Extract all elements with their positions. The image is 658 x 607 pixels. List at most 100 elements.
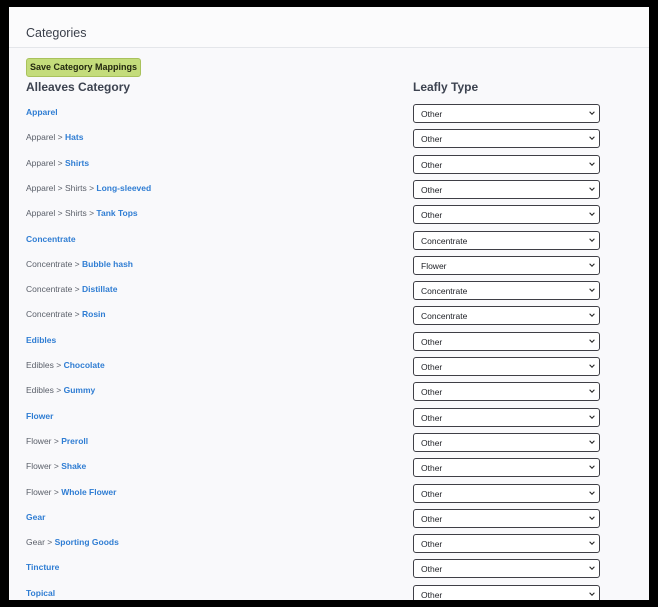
leafly-type-select[interactable]: Other — [413, 357, 600, 376]
category-link[interactable]: Concentrate — [26, 234, 76, 244]
category-parent-path: Concentrate > — [26, 284, 82, 295]
leafly-type-select[interactable]: Concentrate — [413, 281, 600, 301]
table-row: Concentrate > Bubble hash Flower — [9, 255, 649, 281]
selected-type-value: Other — [421, 539, 443, 550]
table-row: Tincture Other — [9, 559, 649, 584]
category-link[interactable]: Shirts — [65, 158, 89, 168]
table-row: Apparel > Shirts Other — [9, 154, 649, 180]
category-path: Apparel > Shirts > Tank Tops — [26, 208, 138, 218]
category-mapping-panel: Categories Save Category Mappings Alleav… — [9, 7, 649, 600]
leafly-type-select[interactable]: Other — [413, 154, 600, 174]
leafly-type-select[interactable]: Other — [413, 129, 600, 149]
leafly-type-select[interactable]: Other — [413, 508, 600, 528]
table-row: Flower > Whole Flower Other — [9, 483, 649, 509]
leafly-type-select[interactable]: Other — [413, 534, 600, 554]
alleaves-category-heading: Alleaves Category — [26, 80, 131, 94]
chevron-down-icon — [589, 136, 595, 141]
selected-type-value: Other — [421, 184, 443, 195]
selected-type-value: Other — [421, 463, 443, 474]
category-link[interactable]: Rosin — [82, 309, 106, 319]
category-link[interactable]: Gummy — [64, 385, 96, 395]
category-link[interactable]: Chocolate — [64, 360, 105, 370]
leafly-type-select[interactable]: Other — [413, 407, 600, 427]
chevron-down-icon — [589, 162, 595, 166]
category-link[interactable]: Hats — [65, 132, 83, 142]
category-link[interactable]: Flower — [26, 411, 53, 421]
leafly-type-select[interactable]: Concentrate — [413, 230, 600, 250]
category-link[interactable]: Sporting Goods — [55, 537, 119, 547]
category-parent-path: Flower > — [26, 435, 62, 446]
category-link[interactable]: Gear — [26, 512, 45, 522]
category-link[interactable]: Tank Tops — [96, 208, 137, 218]
selected-type-value: Other — [421, 513, 443, 524]
chevron-down-icon — [589, 313, 595, 318]
leafly-type-select[interactable]: Other — [413, 104, 600, 123]
selected-type-value: Other — [421, 412, 443, 423]
selected-type-value: Other — [421, 336, 443, 347]
chevron-down-icon — [589, 111, 595, 115]
chevron-down-icon — [589, 465, 595, 470]
leafly-type-select[interactable]: Other — [413, 559, 600, 579]
leafly-type-select[interactable]: Other — [413, 584, 600, 600]
chevron-down-icon — [589, 364, 595, 368]
category-link[interactable]: Long-sleeved — [96, 183, 151, 193]
leafly-type-select[interactable]: Other — [413, 331, 600, 351]
table-row: Flower Other — [9, 407, 649, 433]
category-path: Concentrate > Bubble hash — [26, 259, 133, 269]
category-path: Apparel > Shirts — [26, 158, 89, 168]
category-link[interactable]: Topical — [26, 588, 55, 598]
selected-type-value: Other — [421, 488, 443, 499]
category-path: Apparel — [26, 107, 58, 117]
category-parent-path: Apparel > — [26, 157, 65, 168]
leafly-type-select[interactable]: Other — [413, 483, 600, 503]
leafly-type-select[interactable]: Other — [413, 205, 600, 225]
category-path: Edibles — [26, 335, 56, 345]
category-link[interactable]: Preroll — [61, 436, 88, 446]
leafly-type-select[interactable]: Other — [413, 179, 600, 199]
leafly-type-select[interactable]: Flower — [413, 255, 600, 275]
chevron-down-icon — [589, 541, 595, 546]
category-link[interactable]: Edibles — [26, 335, 56, 345]
leafly-type-select[interactable]: Other — [413, 382, 600, 402]
category-parent-path: Apparel > Shirts > — [26, 208, 97, 219]
category-link[interactable]: Apparel — [26, 107, 58, 117]
table-row: Apparel Other — [9, 104, 649, 129]
selected-type-value: Concentrate — [421, 311, 468, 322]
table-row: Flower > Shake Other — [9, 458, 649, 483]
chevron-down-icon — [589, 516, 595, 520]
category-path: Gear > Sporting Goods — [26, 537, 119, 547]
leafly-type-heading: Leafly Type — [413, 80, 479, 94]
category-path: Tincture — [26, 562, 59, 572]
leafly-type-select[interactable]: Other — [413, 432, 600, 452]
category-path: Edibles > Gummy — [26, 385, 95, 395]
category-link[interactable]: Shake — [61, 461, 86, 471]
selected-type-value: Other — [421, 437, 443, 448]
leafly-type-select[interactable]: Other — [413, 458, 600, 478]
table-row: Edibles > Gummy Other — [9, 382, 649, 407]
table-row: Gear > Sporting Goods Other — [9, 534, 649, 559]
selected-type-value: Other — [421, 159, 443, 170]
category-parent-path: Gear > — [26, 537, 55, 548]
category-link[interactable]: Whole Flower — [61, 487, 116, 497]
table-row: Concentrate > Distillate Concentrate — [9, 281, 649, 306]
category-path: Flower — [26, 411, 53, 421]
table-row: Topical Other — [9, 584, 649, 600]
category-link[interactable]: Tincture — [26, 562, 59, 572]
leafly-type-select[interactable]: Concentrate — [413, 306, 600, 326]
table-row: Apparel > Shirts > Tank Tops Other — [9, 205, 649, 230]
category-path: Concentrate > Distillate — [26, 284, 117, 294]
chevron-down-icon — [589, 415, 595, 419]
category-link[interactable]: Distillate — [82, 284, 117, 294]
selected-type-value: Other — [421, 387, 443, 398]
category-link[interactable]: Bubble hash — [82, 259, 133, 269]
category-parent-path: Edibles > — [26, 385, 64, 396]
chevron-down-icon — [589, 288, 595, 293]
chevron-down-icon — [589, 187, 595, 191]
selected-type-value: Concentrate — [421, 286, 468, 297]
table-row: Concentrate > Rosin Concentrate — [9, 306, 649, 331]
category-path: Flower > Shake — [26, 461, 86, 471]
table-row: Edibles > Chocolate Other — [9, 357, 649, 382]
save-category-mappings-button[interactable]: Save Category Mappings — [26, 58, 141, 77]
selected-type-value: Other — [421, 109, 443, 119]
table-row: Apparel > Shirts > Long-sleeved Other — [9, 179, 649, 205]
